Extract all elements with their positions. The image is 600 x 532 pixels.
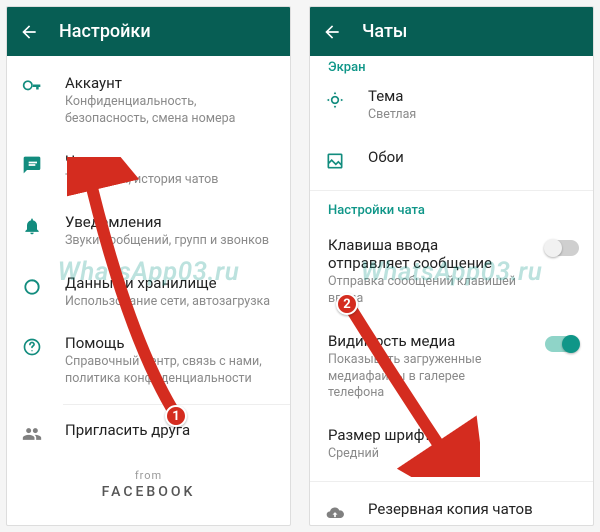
item-subtitle: Конфиденциальность, безопасность, смена …	[65, 94, 276, 128]
appbar: Настройки	[7, 7, 290, 56]
wallpaper-row[interactable]: Обои	[310, 136, 593, 184]
from-facebook: from FACEBOOK	[7, 457, 290, 518]
settings-item-help[interactable]: Помощь Справочный центр, связь с нами, п…	[7, 322, 290, 400]
settings-list: Аккаунт Конфиденциальность, безопасность…	[7, 56, 290, 525]
item-label: Обои	[368, 148, 579, 166]
item-label: Помощь	[65, 334, 276, 352]
item-label: Аккаунт	[65, 74, 276, 92]
item-label: Пригласить друга	[65, 421, 276, 439]
appbar: Чаты	[310, 7, 593, 56]
item-label: Размер шрифта	[328, 426, 579, 444]
item-subtitle: Звуки сообщений, групп и звонков	[65, 233, 276, 250]
appbar-title: Чаты	[362, 21, 407, 42]
chat-icon	[21, 154, 43, 176]
item-subtitle: Тема, обои, история чатов	[65, 172, 276, 189]
item-value: Светлая	[368, 107, 579, 124]
settings-item-account[interactable]: Аккаунт Конфиденциальность, безопасность…	[7, 62, 290, 140]
theme-row[interactable]: Тема Светлая	[310, 75, 593, 136]
item-label: Видимость медиа	[328, 332, 517, 350]
enter-sends-row[interactable]: Клавиша ввода отправляет сообщение Отпра…	[310, 224, 593, 320]
section-screen: Экран	[310, 58, 593, 75]
wallpaper-icon	[324, 150, 346, 172]
section-chat-settings: Настройки чата	[310, 197, 593, 224]
back-icon[interactable]	[322, 22, 342, 42]
chats-settings-screen: Чаты Экран Тема Светлая Обои Настройки ч…	[309, 6, 594, 526]
item-label: Данные и хранилище	[65, 274, 276, 292]
font-size-row[interactable]: Размер шрифта Средний	[310, 414, 593, 475]
item-label: Тема	[368, 87, 579, 105]
data-usage-icon	[21, 276, 43, 298]
toggle-enter-sends[interactable]	[545, 240, 579, 256]
bell-icon	[21, 215, 43, 237]
key-icon	[21, 76, 43, 98]
cloud-upload-icon	[324, 502, 346, 524]
settings-item-chats[interactable]: Чаты Тема, обои, история чатов	[7, 140, 290, 201]
people-icon	[21, 423, 43, 445]
divider	[63, 404, 290, 405]
item-subtitle: Отправка сообщений клавишей ввода	[328, 274, 517, 308]
item-subtitle: Справочный центр, связь с нами, политика…	[65, 354, 276, 388]
from-label: from	[7, 469, 290, 482]
help-icon	[21, 336, 43, 358]
item-subtitle: Показывать загруженные медиафайлы в гале…	[328, 352, 517, 403]
facebook-label: FACEBOOK	[7, 484, 290, 500]
theme-icon	[324, 89, 346, 111]
item-value: Средний	[328, 446, 579, 463]
chats-settings-list: Экран Тема Светлая Обои Настройки чата К…	[310, 56, 593, 525]
item-label: Резервная копия чатов	[368, 500, 579, 518]
settings-item-data[interactable]: Данные и хранилище Использование сети, а…	[7, 262, 290, 323]
item-subtitle: Использование сети, автозагрузка	[65, 294, 276, 311]
appbar-title: Настройки	[59, 21, 151, 42]
item-label: Чаты	[65, 152, 276, 170]
toggle-media-visibility[interactable]	[545, 336, 579, 352]
settings-item-invite[interactable]: Пригласить друга	[7, 409, 290, 457]
item-label: Уведомления	[65, 213, 276, 231]
media-visibility-row[interactable]: Видимость медиа Показывать загруженные м…	[310, 320, 593, 415]
item-label: Клавиша ввода отправляет сообщение	[328, 236, 517, 272]
settings-item-notifications[interactable]: Уведомления Звуки сообщений, групп и зво…	[7, 201, 290, 262]
back-icon[interactable]	[19, 22, 39, 42]
backup-row[interactable]: Резервная копия чатов	[310, 488, 593, 525]
settings-screen: Настройки Аккаунт Конфиденциальность, бе…	[6, 6, 291, 526]
